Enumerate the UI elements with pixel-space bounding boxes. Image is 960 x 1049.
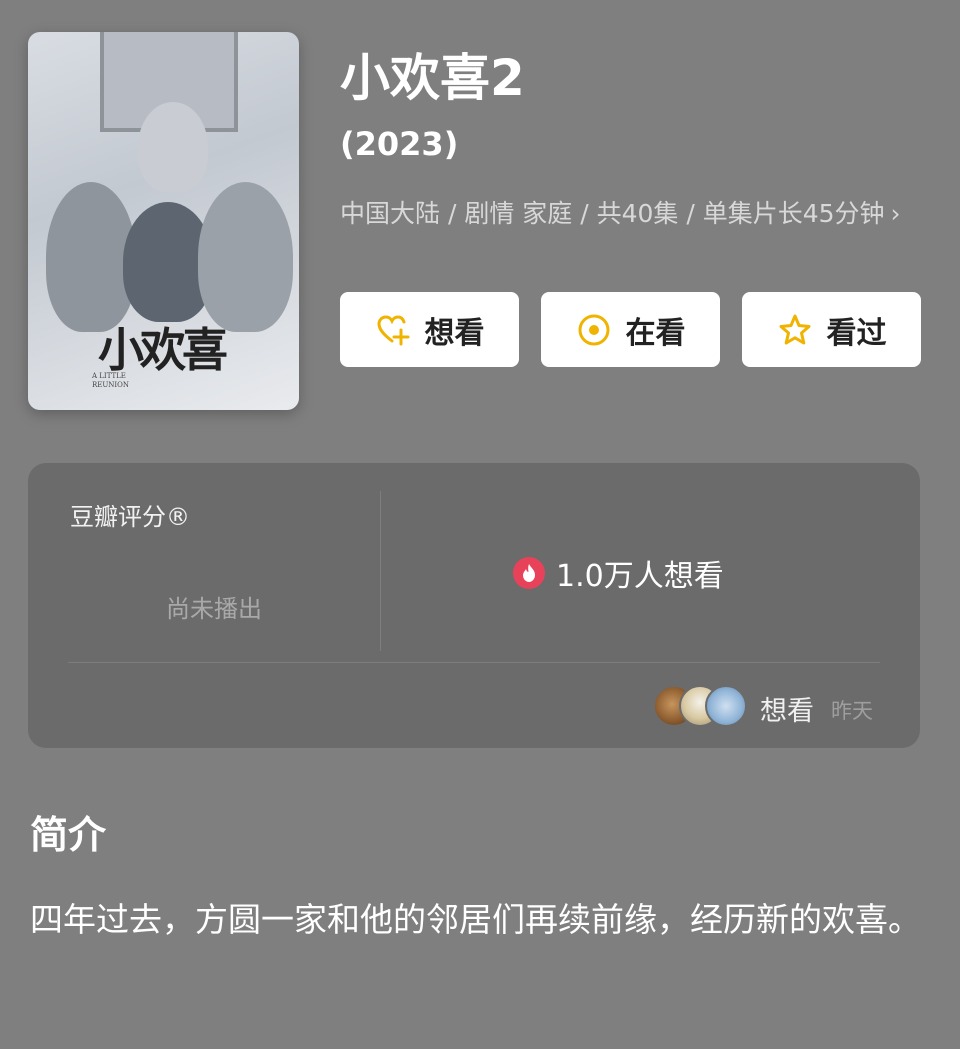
- want-count-text: 1.0万人想看: [556, 559, 724, 594]
- want-count: 1.0万人想看: [512, 551, 724, 595]
- watched-button[interactable]: 看过: [742, 292, 921, 367]
- intro-heading: 简介: [30, 813, 107, 857]
- want-to-watch-button[interactable]: 想看: [340, 292, 519, 367]
- target-icon: [578, 314, 609, 345]
- show-title: 小欢喜2: [340, 49, 525, 107]
- poster-credits: [70, 394, 270, 404]
- action-buttons: 想看 在看 看过: [340, 292, 921, 367]
- star-icon: [779, 314, 810, 344]
- want-to-watch-label: 想看: [424, 315, 485, 351]
- rating-card[interactable]: 豆瓣评分® 尚未播出 1.0万人想看 想看 昨天: [28, 463, 920, 748]
- activity-action: 想看: [760, 696, 814, 727]
- poster-figure: [138, 102, 208, 192]
- douban-rating-label: 豆瓣评分®: [70, 503, 190, 531]
- intro-text: 四年过去，方圆一家和他的邻居们再续前缘，经历新的欢喜。: [30, 900, 921, 939]
- watching-button[interactable]: 在看: [541, 292, 720, 367]
- poster-image[interactable]: 小欢喜 A LITTLE REUNION: [28, 32, 299, 410]
- heart-plus-icon: [376, 314, 409, 345]
- fire-icon: [513, 557, 545, 589]
- chevron-right-icon: ›: [890, 199, 901, 228]
- activity-time: 昨天: [831, 699, 873, 723]
- vertical-divider: [380, 491, 381, 651]
- show-meta[interactable]: 中国大陆 / 剧情 家庭 / 共40集 / 单集片长45分钟 ›: [340, 194, 930, 234]
- avatar: [705, 685, 747, 727]
- friend-avatars[interactable]: [653, 685, 749, 727]
- show-meta-text: 中国大陆 / 剧情 家庭 / 共40集 / 单集片长45分钟: [340, 199, 885, 228]
- watching-label: 在看: [625, 315, 686, 351]
- poster-subtitle: A LITTLE REUNION: [92, 372, 130, 389]
- watched-label: 看过: [826, 315, 887, 351]
- show-year: (2023): [340, 125, 459, 163]
- horizontal-divider: [68, 662, 880, 663]
- poster-logo: 小欢喜: [98, 323, 228, 377]
- not-aired-status: 尚未播出: [166, 595, 262, 623]
- poster-figure: [198, 182, 293, 332]
